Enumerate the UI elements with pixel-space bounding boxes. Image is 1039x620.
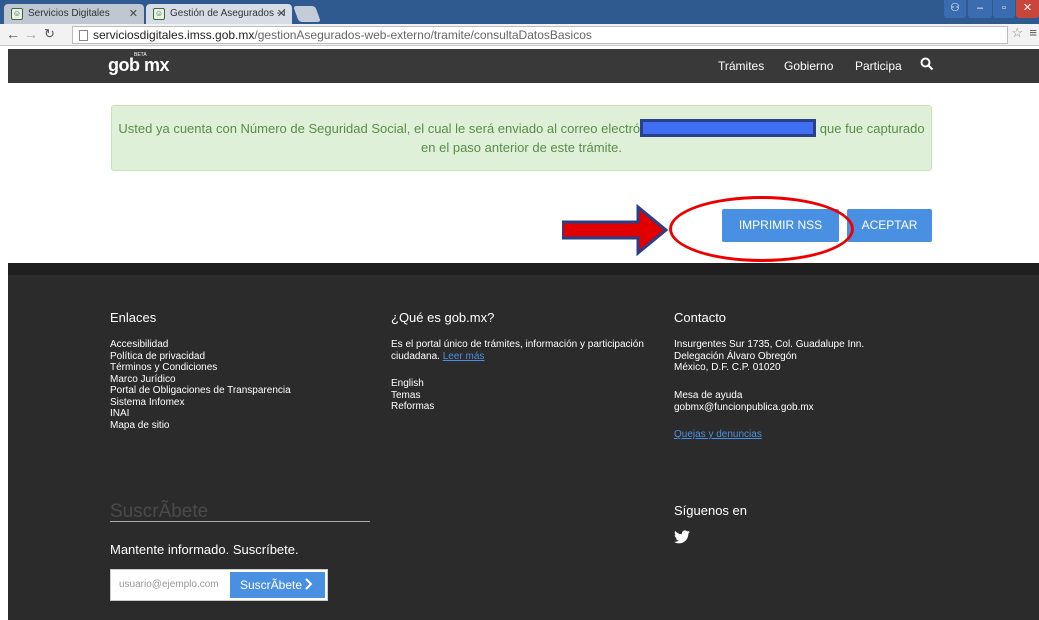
accept-button[interactable]: ACEPTAR	[847, 209, 932, 242]
footer-divider	[8, 263, 1039, 275]
twitter-icon[interactable]	[674, 530, 690, 544]
gobmx-logo[interactable]: gob mx	[108, 55, 170, 76]
address-line: Delegación Álvaro Obregón	[674, 350, 797, 362]
menu-icon[interactable]: ≡	[1029, 25, 1037, 40]
nav-participa[interactable]: Participa	[855, 59, 902, 73]
links-heading: Enlaces	[110, 310, 157, 325]
redacted-email	[640, 119, 817, 137]
about-heading: ¿Qué es gob.mx?	[391, 310, 495, 325]
subscribe-button[interactable]: SuscrÃbete	[230, 572, 325, 598]
url-host: serviciosdigitales.imss.gob.mx	[93, 28, 255, 42]
address-line: Insurgentes Sur 1735, Col. Guadalupe Inn…	[674, 339, 865, 350]
close-window-icon[interactable]: ✕	[1016, 0, 1039, 18]
about-links: English Temas Reformas	[391, 378, 434, 413]
tab-title: Gestión de Asegurados - I	[170, 8, 286, 19]
site-footer: Enlaces Accesibilidad Política de privac…	[8, 263, 1039, 620]
page-icon	[79, 30, 88, 41]
link-infomex[interactable]: Sistema Infomex	[110, 397, 291, 409]
success-alert: Usted ya cuenta con Número de Seguridad …	[111, 105, 932, 171]
browser-toolbar: ← → ↻ serviciosdigitales.imss.gob.mx/ges…	[0, 24, 1039, 46]
link-reformas[interactable]: Reformas	[391, 401, 434, 413]
email-input[interactable]: usuario@ejemplo.com	[111, 570, 229, 600]
link-terminos[interactable]: Términos y Condiciones	[110, 362, 291, 374]
help-email[interactable]: gobmx@funcionpublica.gob.mx	[674, 402, 814, 414]
link-privacidad[interactable]: Política de privacidad	[110, 351, 291, 363]
forward-icon[interactable]: →	[24, 26, 38, 42]
back-icon[interactable]: ←	[6, 26, 20, 42]
annotation-ellipse	[669, 196, 854, 262]
about-text: Es el portal único de trámites, informac…	[391, 339, 661, 362]
link-temas[interactable]: Temas	[391, 390, 434, 402]
imss-favicon-icon: ☺	[153, 8, 165, 20]
annotation-arrow-icon	[562, 204, 669, 256]
search-icon[interactable]	[920, 57, 934, 71]
chevron-right-icon	[305, 578, 313, 590]
tab-gestion-asegurados[interactable]: ☺ Gestión de Asegurados - I ✕	[146, 4, 292, 24]
link-english[interactable]: English	[391, 378, 434, 390]
browser-tab-strip: ☺ Servicios Digitales ✕ ☺ Gestión de Ase…	[0, 0, 1039, 24]
read-more-link[interactable]: Leer más	[443, 351, 485, 362]
nav-gobierno[interactable]: Gobierno	[784, 59, 833, 73]
maximize-icon[interactable]: ▫	[993, 0, 1015, 18]
minimize-icon[interactable]: –	[968, 0, 992, 18]
tab-servicios-digitales[interactable]: ☺ Servicios Digitales ✕	[4, 4, 144, 24]
reload-icon[interactable]: ↻	[44, 26, 55, 42]
help-desk: Mesa de ayuda gobmx@funcionpublica.gob.m…	[674, 390, 814, 413]
link-transparencia[interactable]: Portal de Obligaciones de Transparencia	[110, 385, 291, 397]
subscribe-form: usuario@ejemplo.com SuscrÃbete	[110, 569, 328, 601]
url-path: /gestionAsegurados-web-externo/tramite/c…	[254, 28, 592, 42]
beta-badge: BETA	[134, 52, 147, 58]
new-tab-button[interactable]	[293, 6, 321, 22]
subscribe-lead: Mantente informado. Suscríbete.	[110, 542, 299, 557]
tab-title: Servicios Digitales	[28, 8, 110, 19]
subscribe-heading: SuscrÃbete	[110, 501, 209, 522]
contact-address: Insurgentes Sur 1735, Col. Guadalupe Inn…	[674, 339, 864, 374]
user-icon[interactable]: ⚇	[944, 0, 966, 18]
link-accesibilidad[interactable]: Accesibilidad	[110, 339, 291, 351]
contact-heading: Contacto	[674, 310, 727, 325]
help-heading: Mesa de ayuda	[674, 390, 743, 401]
link-marco-juridico[interactable]: Marco Jurídico	[110, 374, 291, 386]
link-inai[interactable]: INAI	[110, 408, 291, 420]
address-bar[interactable]: serviciosdigitales.imss.gob.mx/gestionAs…	[72, 26, 1008, 44]
nav-tramites[interactable]: Trámites	[718, 59, 764, 73]
alert-text-start: Usted ya cuenta con Número de Seguridad …	[118, 121, 641, 136]
bookmark-star-icon[interactable]: ☆	[1011, 25, 1023, 41]
complaints-link[interactable]: Quejas y denuncias	[674, 429, 762, 441]
social-heading: Síguenos en	[674, 503, 748, 518]
footer-links: Accesibilidad Política de privacidad Tér…	[110, 339, 291, 431]
about-description: Es el portal único de trámites, informac…	[391, 339, 644, 362]
subscribe-divider	[110, 521, 370, 522]
imss-favicon-icon: ☺	[11, 8, 23, 20]
close-tab-icon[interactable]: ✕	[277, 7, 286, 20]
site-header: gob mx BETA Trámites Gobierno Participa	[8, 49, 1039, 83]
address-line: México, D.F. C.P. 01020	[674, 362, 781, 373]
subscribe-button-label: SuscrÃbete	[240, 578, 303, 592]
close-tab-icon[interactable]: ✕	[129, 7, 138, 20]
link-mapa-sitio[interactable]: Mapa de sitio	[110, 420, 291, 432]
